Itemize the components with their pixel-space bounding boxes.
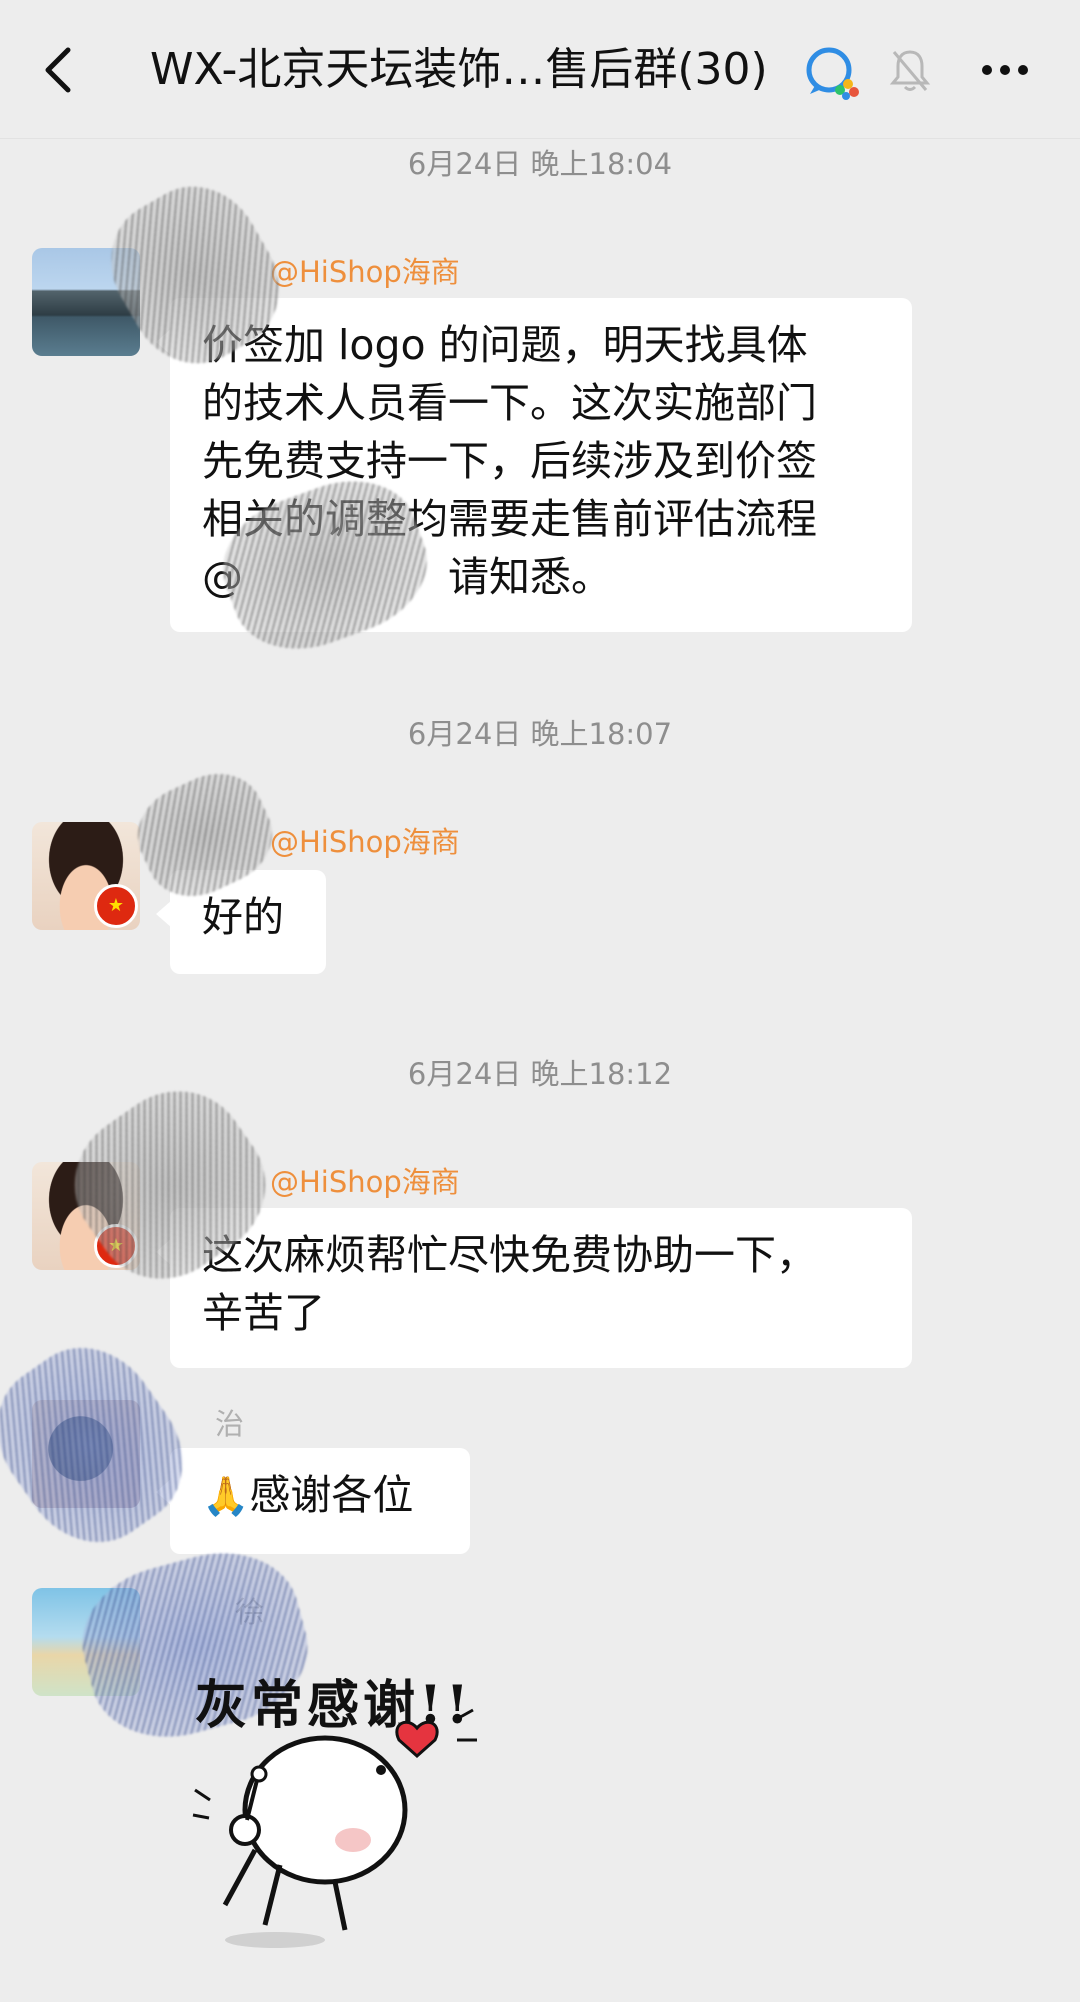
flag-badge-icon: ★	[94, 884, 138, 928]
avatar[interactable]: ★	[32, 822, 140, 930]
sender-mention: @HiShop海商	[270, 825, 460, 859]
back-button[interactable]	[34, 40, 84, 100]
timestamp: 6月24日 晚上18:12	[407, 1057, 673, 1091]
sender-mention: @HiShop海商	[270, 1165, 460, 1199]
message-line: 价签加 logo 的问题，明天找具体	[202, 321, 808, 369]
timestamp: 6月24日 晚上18:07	[407, 717, 673, 751]
bell-muted-icon	[888, 46, 932, 94]
thanks-sticker[interactable]	[185, 1660, 505, 1960]
message-line: 的技术人员看一下。这次实施部门	[202, 379, 817, 427]
message-line: 好的	[202, 893, 284, 941]
message-bubble[interactable]: 🙏感谢各位	[156, 1448, 470, 1554]
bowing-blob-sticker-icon	[192, 1708, 477, 1948]
praying-hands-icon: 🙏	[202, 1474, 250, 1518]
message-line: 辛苦了	[202, 1289, 325, 1337]
wecom-icon[interactable]	[802, 44, 862, 100]
chat-title[interactable]: WX-北京天坛装饰…售后群(30)	[150, 40, 800, 100]
sender-mention: @HiShop海商	[270, 255, 460, 289]
more-dots-icon	[982, 65, 1028, 75]
sender-name: 治	[215, 1407, 245, 1441]
message-line: 先免费支持一下，后续涉及到价签	[202, 437, 817, 485]
chat-screen: WX-北京天坛装饰…售后群(30) 6月24日 晚上18:04 @HiShop海…	[0, 0, 1080, 2002]
message-bubble[interactable]: 这次麻烦帮忙尽快免费协助一下， 辛苦了	[156, 1208, 912, 1368]
message-line: 这次麻烦帮忙尽快免费协助一下，	[202, 1231, 817, 1279]
message-text: 感谢各位	[249, 1471, 414, 1519]
chevron-left-icon	[45, 47, 71, 93]
timestamp: 6月24日 晚上18:04	[407, 147, 673, 181]
more-options-button[interactable]	[975, 48, 1035, 92]
chat-header: WX-北京天坛装饰…售后群(30)	[0, 0, 1080, 139]
